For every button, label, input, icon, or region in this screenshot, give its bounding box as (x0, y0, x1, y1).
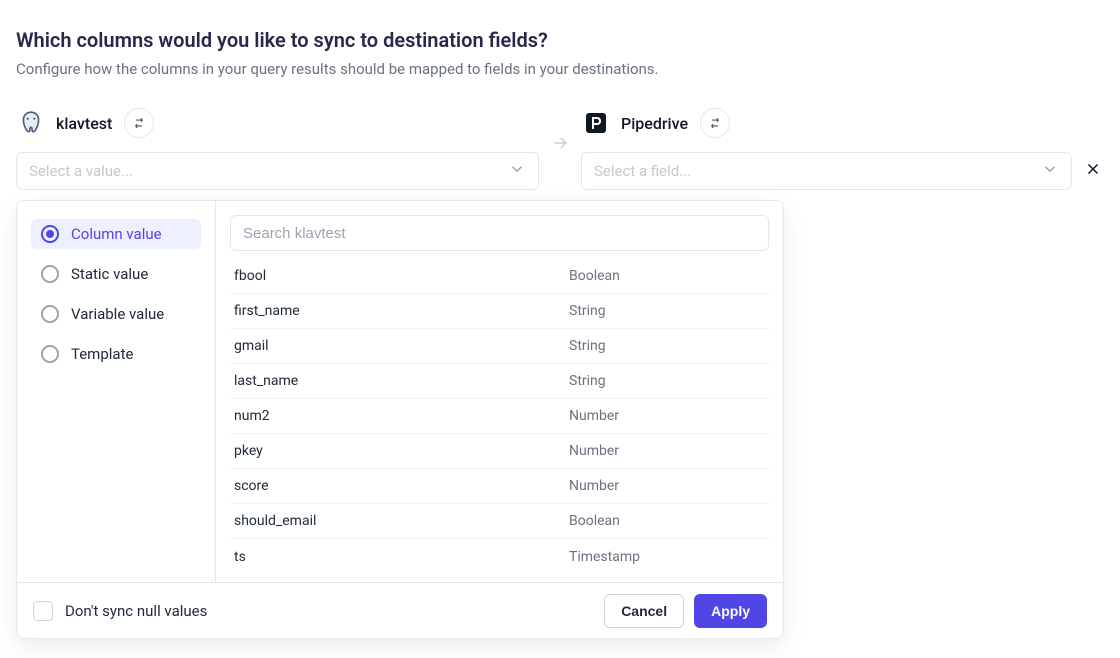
column-name: should_email (230, 513, 569, 529)
value-type-label: Variable value (71, 305, 164, 323)
null-sync-label: Don't sync null values (65, 602, 207, 620)
source-connection-name: klavtest (56, 114, 112, 133)
destination-field-select[interactable]: Select a field... (581, 152, 1072, 190)
null-sync-toggle[interactable]: Don't sync null values (33, 601, 207, 621)
value-type-option[interactable]: Column value (31, 219, 201, 249)
radio-icon (41, 265, 59, 283)
column-type: String (569, 373, 769, 389)
source-swap-button[interactable] (124, 108, 154, 138)
pipedrive-icon (583, 110, 609, 136)
mapping-row: klavtest Select a value... (16, 108, 1104, 190)
value-type-option[interactable]: Variable value (31, 299, 201, 329)
value-type-label: Template (71, 345, 133, 363)
column-name: gmail (230, 338, 569, 354)
column-type: Number (569, 443, 769, 459)
destination-select-row: Select a field... (581, 152, 1104, 190)
radio-icon (41, 345, 59, 363)
source-select-placeholder: Select a value... (29, 162, 133, 180)
radio-icon (41, 305, 59, 323)
radio-icon (41, 225, 59, 243)
value-type-list: Column value Static value Variable value Te… (17, 201, 216, 582)
column-type: Number (569, 408, 769, 424)
destination-connection-name: Pipedrive (621, 114, 688, 133)
remove-mapping-button[interactable] (1084, 160, 1104, 183)
chevron-down-icon (508, 160, 526, 182)
column-type: Timestamp (569, 549, 769, 565)
value-picker-footer: Don't sync null values Cancel Apply (17, 582, 783, 638)
column-name: last_name (230, 373, 569, 389)
destination-swap-button[interactable] (700, 108, 730, 138)
arrow-right-icon (550, 133, 570, 157)
value-type-option[interactable]: Template (31, 339, 201, 369)
column-option[interactable]: scoreNumber (230, 469, 769, 504)
column-name: ts (230, 549, 569, 565)
mapping-arrow-column (539, 133, 581, 165)
apply-button[interactable]: Apply (694, 594, 767, 628)
column-name: first_name (230, 303, 569, 319)
column-type: Boolean (569, 513, 769, 529)
cancel-button[interactable]: Cancel (604, 594, 684, 628)
column-name: num2 (230, 408, 569, 424)
value-type-label: Column value (71, 225, 162, 243)
column-type: String (569, 338, 769, 354)
destination-connection-header: Pipedrive (581, 108, 1104, 138)
footer-button-group: Cancel Apply (604, 594, 767, 628)
column-option[interactable]: last_nameString (230, 364, 769, 399)
value-picker-body: Column value Static value Variable value Te… (17, 201, 783, 582)
column-type: Boolean (569, 268, 769, 284)
column-option[interactable]: num2Number (230, 399, 769, 434)
column-search-box[interactable] (230, 215, 769, 251)
checkbox-icon (33, 601, 53, 621)
column-type: Number (569, 478, 769, 494)
column-option[interactable]: gmailString (230, 329, 769, 364)
value-picker-dropdown: Column value Static value Variable value Te… (16, 200, 784, 639)
column-search-input[interactable] (243, 225, 756, 242)
postgres-icon (18, 110, 44, 136)
column-option[interactable]: pkeyNumber (230, 434, 769, 469)
column-name: fbool (230, 268, 569, 284)
column-option[interactable]: fboolBoolean (230, 259, 769, 294)
column-option[interactable]: tsTimestamp (230, 539, 769, 574)
source-column: klavtest Select a value... (16, 108, 539, 190)
column-option[interactable]: first_nameString (230, 294, 769, 329)
source-connection-header: klavtest (16, 108, 539, 138)
column-name: pkey (230, 443, 569, 459)
source-value-select[interactable]: Select a value... (16, 152, 539, 190)
chevron-down-icon (1041, 160, 1059, 182)
page-heading: Which columns would you like to sync to … (16, 28, 1104, 52)
destination-select-placeholder: Select a field... (594, 162, 691, 180)
column-list: fboolBooleanfirst_nameStringgmailStringl… (230, 259, 769, 574)
value-type-option[interactable]: Static value (31, 259, 201, 289)
value-type-label: Static value (71, 265, 148, 283)
destination-column: Pipedrive Select a field... (581, 108, 1104, 190)
column-picker-panel: fboolBooleanfirst_nameStringgmailStringl… (216, 201, 783, 582)
column-name: score (230, 478, 569, 494)
column-option[interactable]: should_emailBoolean (230, 504, 769, 539)
page-subheading: Configure how the columns in your query … (16, 60, 1104, 78)
column-type: String (569, 303, 769, 319)
